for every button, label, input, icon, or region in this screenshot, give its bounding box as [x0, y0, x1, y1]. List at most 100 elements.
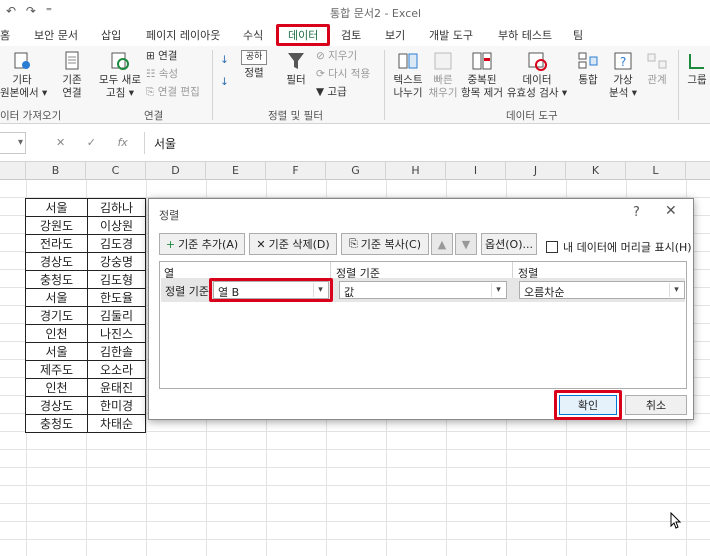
relationships-button[interactable]: 관계 — [642, 50, 672, 87]
tab-team[interactable]: 팀 — [573, 27, 583, 43]
remove-duplicates-button[interactable]: 중복된 항목 제거 — [460, 50, 504, 100]
sort-on-select-value: 값 — [344, 286, 355, 299]
cell-region[interactable]: 인천 — [25, 378, 88, 397]
sort-ascending-button[interactable]: ↓ — [220, 54, 229, 67]
cell-name[interactable]: 윤태진 — [87, 378, 146, 397]
cell-region[interactable]: 경상도 — [25, 396, 88, 415]
cell-region[interactable]: 인천 — [25, 324, 88, 343]
cell-region[interactable]: 서울 — [25, 198, 88, 217]
group-separator — [212, 50, 213, 120]
cell-region[interactable]: 충청도 — [25, 414, 88, 433]
add-level-button[interactable]: + 기준 추가(A) — [159, 233, 245, 255]
reapply-icon: ⟳ — [316, 68, 329, 80]
column-header[interactable]: F — [266, 162, 326, 180]
sort-level-row[interactable]: 정렬 기준 열 B ▾ 값 ▾ 오름차순 ▾ — [161, 278, 685, 302]
close-icon[interactable]: ✕ — [665, 203, 677, 219]
tab-load-test[interactable]: 부하 테스트 — [498, 27, 552, 43]
cell-name[interactable]: 김하나 — [87, 198, 146, 217]
connections-button[interactable]: ⊞ 연결 — [146, 50, 177, 63]
cell-name[interactable]: 강숭명 — [87, 252, 146, 271]
name-box[interactable]: ▾ — [0, 132, 26, 154]
column-header[interactable]: B — [26, 162, 86, 180]
undo-icon[interactable]: ↶ — [6, 4, 16, 18]
insert-function-icon[interactable]: fx — [117, 136, 127, 149]
cell-name[interactable]: 나진스 — [87, 324, 146, 343]
column-header[interactable]: I — [446, 162, 506, 180]
tab-page-layout[interactable]: 페이지 레이아웃 — [146, 27, 220, 43]
reapply-button[interactable]: ⟳ 다시 적용 — [316, 68, 370, 81]
has-headers-checkbox[interactable] — [546, 241, 558, 253]
cell-name[interactable]: 오소라 — [87, 360, 146, 379]
table-row: 인천 나진스 — [25, 324, 146, 343]
column-header[interactable]: E — [206, 162, 266, 180]
column-header[interactable]: H — [386, 162, 446, 180]
cell-region[interactable]: 충청도 — [25, 270, 88, 289]
customize-qat-icon[interactable]: ⁼ — [46, 4, 52, 18]
tab-review[interactable]: 검토 — [341, 27, 361, 43]
clear-filter-button[interactable]: ⊘ 지우기 — [316, 50, 357, 63]
table-row: 경상도 한미경 — [25, 396, 146, 415]
cell-region[interactable]: 서울 — [25, 342, 88, 361]
data-validation-button[interactable]: 데이터 유효성 검사 ▾ — [506, 50, 568, 100]
tab-protect[interactable]: 보안 문서 — [34, 27, 78, 43]
select-all-corner[interactable] — [0, 162, 26, 180]
sort-button[interactable]: 공하 정렬 — [238, 50, 270, 80]
cell-name[interactable]: 차태순 — [87, 414, 146, 433]
advanced-filter-button[interactable]: ▼ 고급 — [316, 86, 347, 99]
filter-button[interactable]: 필터 — [278, 50, 314, 87]
cell-name[interactable]: 김한솔 — [87, 342, 146, 361]
flash-fill-button[interactable]: 빠른 채우기 — [428, 50, 458, 100]
cell-name[interactable]: 김도경 — [87, 234, 146, 253]
tab-insert[interactable]: 삽입 — [101, 27, 121, 43]
cell-region[interactable]: 서울 — [25, 288, 88, 307]
column-header[interactable]: D — [146, 162, 206, 180]
tab-home[interactable]: 홈 — [0, 27, 10, 43]
title-bar: ↶ ↷ ⁼ 통합 문서2 - Excel — [0, 0, 710, 24]
cell-region[interactable]: 강원도 — [25, 216, 88, 235]
sort-on-select[interactable]: 값 ▾ — [339, 281, 507, 299]
cell-region[interactable]: 경기도 — [25, 306, 88, 325]
move-down-button[interactable]: ▼ — [455, 233, 477, 255]
tab-developer[interactable]: 개발 도구 — [429, 27, 473, 43]
group-label-sort-filter: 정렬 및 필터 — [268, 110, 323, 122]
redo-icon[interactable]: ↷ — [26, 4, 36, 18]
cell-name[interactable]: 김도형 — [87, 270, 146, 289]
sort-levels-list: 열 정렬 기준 정렬 정렬 기준 열 B ▾ 값 ▾ 오름차순 ▾ — [159, 261, 687, 389]
sort-descending-button[interactable]: ↓ — [220, 76, 229, 89]
column-header[interactable]: L — [626, 162, 686, 180]
text-to-columns-button[interactable]: 텍스트 나누기 — [388, 50, 428, 100]
cell-name[interactable]: 한미경 — [87, 396, 146, 415]
what-if-analysis-button[interactable]: ? 가상 분석 ▾ — [606, 50, 640, 100]
column-header[interactable]: C — [86, 162, 146, 180]
get-external-data-button[interactable]: 기타 원본에서 ▾ — [0, 50, 47, 100]
edit-links-button[interactable]: ⎘ 연결 편집 — [146, 86, 200, 99]
properties-button[interactable]: ☷ 속성 — [146, 68, 178, 81]
refresh-all-button[interactable]: 모두 새로 고침 ▾ — [96, 50, 144, 100]
cell-region[interactable]: 전라도 — [25, 234, 88, 253]
cell-name[interactable]: 김둘리 — [87, 306, 146, 325]
tab-view[interactable]: 보기 — [385, 27, 405, 43]
consolidate-button[interactable]: 통합 — [572, 50, 604, 87]
order-select[interactable]: 오름차순 ▾ — [519, 281, 685, 299]
move-up-button[interactable]: ▲ — [431, 233, 453, 255]
help-icon[interactable]: ? — [633, 205, 640, 220]
cell-name[interactable]: 한도율 — [87, 288, 146, 307]
cancel-button[interactable]: 취소 — [625, 395, 687, 415]
cell-region[interactable]: 경상도 — [25, 252, 88, 271]
grid-line — [146, 180, 147, 556]
enter-icon[interactable]: ✓ — [87, 136, 96, 149]
options-button[interactable]: 옵션(O)... — [481, 233, 537, 255]
formula-input[interactable]: 서울 — [146, 132, 710, 154]
column-header[interactable]: J — [506, 162, 566, 180]
cell-region[interactable]: 제주도 — [25, 360, 88, 379]
copy-level-button[interactable]: ⎘ 기준 복사(C) — [341, 233, 429, 255]
cancel-icon[interactable]: ✕ — [56, 136, 65, 149]
delete-level-button[interactable]: ✕ 기준 삭제(D) — [249, 233, 337, 255]
group-button[interactable]: 그룹 — [684, 50, 710, 87]
cell-name[interactable]: 이상원 — [87, 216, 146, 235]
mouse-cursor-icon — [670, 512, 682, 529]
tab-formulas[interactable]: 수식 — [243, 27, 263, 43]
column-header[interactable]: K — [566, 162, 626, 180]
column-header[interactable]: G — [326, 162, 386, 180]
existing-connections-button[interactable]: 기존 연결 — [52, 50, 92, 100]
